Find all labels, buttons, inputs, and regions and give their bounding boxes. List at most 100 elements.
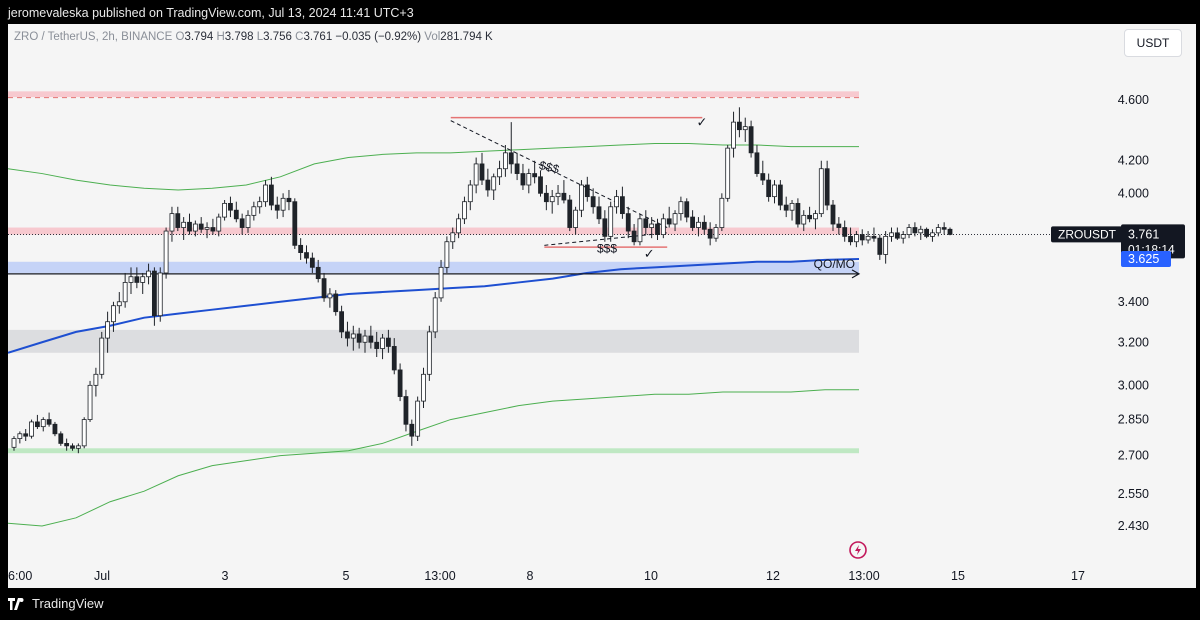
candle-body-up: [245, 214, 251, 228]
candle-body-up: [93, 373, 99, 386]
candle-body-up: [906, 227, 912, 236]
candle-body-down: [70, 445, 75, 449]
candle: [608, 201, 614, 242]
candle-body-down: [58, 433, 64, 444]
candle-body-up: [573, 209, 578, 228]
candle: [737, 107, 742, 138]
candle-body-down: [877, 237, 883, 255]
candle-body-down: [339, 311, 345, 333]
candle-body-down: [315, 266, 321, 280]
candle: [543, 185, 549, 211]
candle-body-down: [807, 214, 812, 220]
candle: [859, 229, 865, 246]
legend-high-label: H: [216, 31, 225, 43]
candle-body-up: [204, 227, 210, 230]
candle-body-up: [555, 192, 561, 198]
candle: [631, 224, 637, 246]
candle-body-down: [374, 341, 380, 349]
candle-body-down: [23, 433, 29, 437]
lightning-icon: [849, 541, 867, 559]
time-tick-label: 8: [527, 569, 534, 583]
candle: [748, 120, 754, 158]
candle: [87, 380, 93, 422]
candle-body-up: [169, 213, 175, 232]
candle-body-up: [116, 301, 122, 307]
candle-body-down: [567, 199, 573, 228]
candle: [754, 145, 760, 177]
candle: [116, 292, 122, 314]
candle-body-down: [304, 252, 309, 259]
symbol-legend: ZRO / TetherUS, 2h, BINANCE O3.794 H3.79…: [14, 31, 493, 43]
candle-body-down: [561, 192, 567, 201]
candle-body-down: [64, 443, 70, 447]
candle-body-up: [146, 270, 151, 278]
candle: [538, 170, 543, 197]
candle: [924, 227, 929, 239]
upper-band-line: [8, 142, 859, 191]
candle: [579, 180, 584, 218]
legend-high-value: 3.798: [224, 31, 254, 43]
candle: [655, 218, 660, 240]
price-tick-label: 2.700: [1118, 449, 1149, 463]
price-tick-label: 3.400: [1118, 295, 1149, 309]
candle-body-down: [538, 176, 543, 194]
candle: [707, 222, 713, 246]
candle-body-down: [532, 173, 538, 178]
candle-body-up: [350, 333, 356, 339]
candle-body-down: [924, 228, 929, 237]
candle-body-up: [742, 126, 748, 131]
candle: [23, 429, 29, 441]
currency-button[interactable]: USDT: [1124, 29, 1182, 57]
time-tick-label: 5: [343, 569, 350, 583]
candle: [508, 122, 514, 174]
candle-body-down: [625, 213, 631, 232]
price-tick-label: 2.850: [1118, 413, 1149, 427]
candle-body-down: [684, 201, 690, 218]
candle: [473, 157, 479, 194]
candle-body-up: [491, 176, 497, 191]
candle: [725, 145, 731, 202]
footer-brand: TradingView: [8, 596, 104, 611]
candle-body-down: [187, 221, 192, 232]
candle-body-down: [321, 278, 327, 299]
candle: [29, 419, 34, 439]
candle-body-down: [228, 202, 233, 211]
candle: [274, 196, 280, 219]
candle: [409, 419, 415, 446]
candle-body-up: [421, 373, 426, 402]
candle: [40, 417, 46, 432]
price-tick-label: 4.600: [1118, 93, 1149, 107]
candle: [81, 417, 87, 449]
candle: [175, 206, 181, 232]
candle-body-up: [614, 196, 619, 208]
candle: [263, 180, 268, 207]
candle-body-down: [479, 163, 485, 181]
candle-body-down: [836, 223, 842, 228]
support-zone-green: [8, 448, 859, 454]
tradingview-logo-icon: [8, 597, 24, 610]
resistance-zone-top: [8, 91, 859, 98]
candle-body-up: [280, 197, 286, 211]
liquidity-low-label: $$$: [597, 242, 617, 256]
gap-zone-gray: [8, 329, 859, 353]
candle: [742, 117, 748, 142]
candle: [666, 206, 672, 228]
time-tick-label: 6:00: [8, 569, 32, 583]
legend-symbol: ZRO / TetherUS, 2h, BINANCE: [14, 31, 173, 43]
candle-body-down: [777, 184, 783, 206]
candle-body-down: [385, 337, 391, 347]
candle: [432, 292, 438, 339]
price-tick-label: 2.550: [1118, 487, 1149, 501]
candle-body-up: [87, 384, 93, 420]
candle: [760, 160, 766, 186]
candle-body-down: [175, 213, 181, 228]
candle: [426, 325, 432, 381]
candle-body-down: [666, 218, 672, 225]
candle: [549, 189, 555, 214]
candle: [918, 225, 924, 240]
price-chart[interactable]: $$$ $$$ ✓ ✓ QO/MO 4.600 4.200 4.000 3.400 3.200 3…: [8, 24, 1196, 588]
candle-body-up: [438, 266, 444, 299]
candle: [380, 333, 385, 360]
candle-body-up: [467, 184, 473, 203]
qo-mo-label: QO/MO: [814, 257, 855, 271]
